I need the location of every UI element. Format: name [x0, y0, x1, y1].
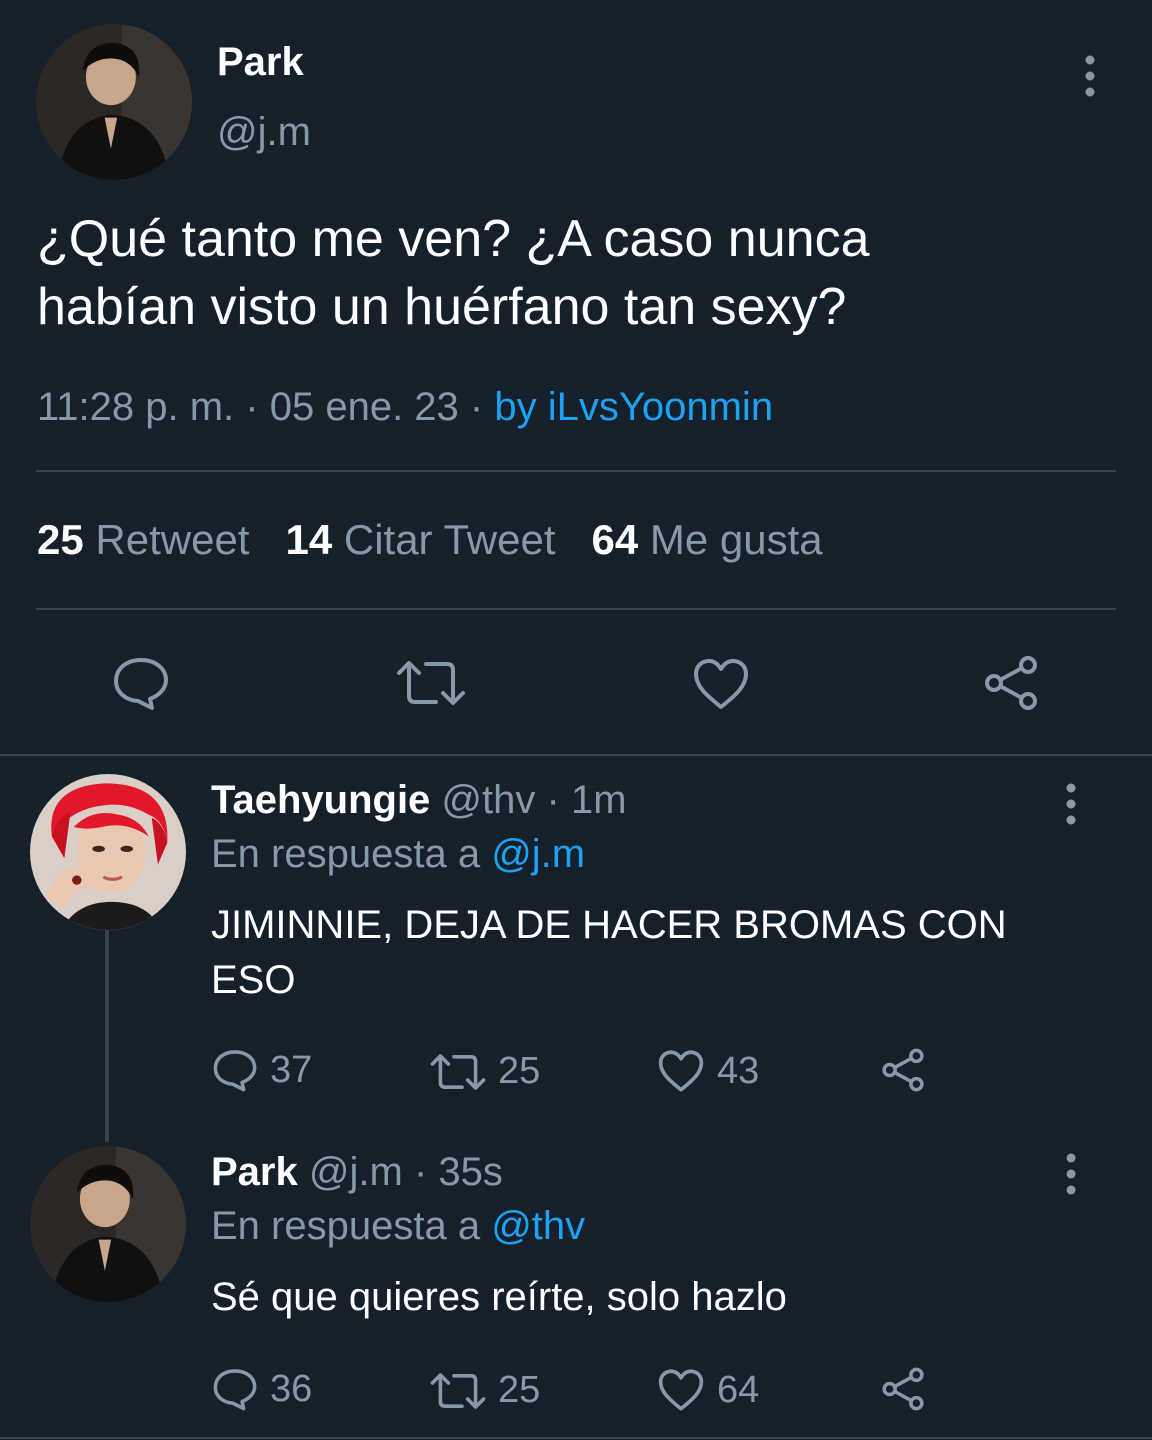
reply-count: 37 [270, 1048, 313, 1091]
tweet-detail-screen: Park @j.m ¿Qué tanto me ven? ¿A caso nun… [0, 0, 1152, 1440]
retweet-icon [430, 1053, 486, 1090]
avatar[interactable] [30, 774, 186, 930]
retweet-icon [430, 1372, 486, 1409]
share-icon [882, 1367, 924, 1411]
tweet-text: ¿Qué tanto me ven? ¿A caso nunca habían … [37, 205, 1117, 341]
more-vertical-icon[interactable] [1053, 780, 1089, 828]
reply-context: En respuesta a @thv [211, 1204, 585, 1249]
share-icon [985, 656, 1037, 710]
user-handle[interactable]: @thv [441, 778, 535, 822]
like-icon [658, 1369, 704, 1411]
retweets-stat[interactable]: 25 Retweet [37, 516, 249, 563]
retweet-button[interactable]: 25 [430, 1050, 540, 1093]
tweet-stats: 25 Retweet 14 Citar Tweet 64 Me gusta [37, 516, 823, 564]
avatar[interactable] [30, 1146, 186, 1302]
display-name[interactable]: Park [217, 40, 304, 85]
reply-text: Sé que quieres reírte, solo hazlo [211, 1270, 1111, 1325]
reply-text-line: ESO [211, 958, 296, 1002]
like-count: 43 [717, 1049, 760, 1092]
divider [36, 470, 1116, 472]
separator-dot: · [546, 778, 560, 822]
divider [36, 608, 1116, 610]
divider [0, 754, 1152, 756]
share-icon [882, 1048, 924, 1092]
display-name[interactable]: Taehyungie [211, 778, 430, 822]
retweet-count: 25 [498, 1369, 541, 1411]
tweet-source-link[interactable]: by iLvsYoonmin [494, 385, 773, 429]
reply-to-label: En respuesta a [211, 1204, 481, 1248]
divider [0, 1437, 1152, 1439]
reply-text-line: JIMINNIE, DEJA DE HACER BROMAS CON [211, 903, 1007, 947]
like-count: 64 [717, 1368, 760, 1411]
tweet-text-line: ¿Qué tanto me ven? ¿A caso nunca [37, 210, 870, 268]
reply-context: En respuesta a @j.m [211, 832, 585, 877]
tweet-meta: 11:28 p. m. · 05 ene. 23 · by iLvsYoonmi… [37, 385, 773, 430]
display-name[interactable]: Park [211, 1150, 298, 1194]
reply-to-label: En respuesta a [211, 832, 481, 876]
share-button[interactable] [982, 655, 1040, 711]
quotes-count: 14 [285, 516, 333, 563]
reply-time[interactable]: 35s [438, 1150, 503, 1194]
more-vertical-icon[interactable] [1053, 1150, 1089, 1198]
reply-icon [213, 1050, 257, 1092]
like-icon [658, 1050, 704, 1092]
separator-dot: · [245, 385, 259, 429]
reply-text-line: Sé que quieres reírte, solo hazlo [211, 1275, 787, 1319]
profile-photo [30, 774, 186, 930]
tweet-time[interactable]: 11:28 p. m. [37, 385, 234, 429]
retweet-count: 25 [498, 1050, 541, 1092]
likes-label: Me gusta [649, 516, 823, 563]
user-handle[interactable]: @j.m [217, 110, 311, 155]
separator-dot: · [469, 385, 484, 429]
like-button[interactable] [692, 657, 750, 711]
retweet-icon [397, 661, 465, 705]
reply-button[interactable] [112, 655, 170, 711]
like-button[interactable]: 43 [657, 1049, 759, 1093]
retweets-label: Retweet [95, 516, 250, 563]
likes-count: 64 [591, 516, 639, 563]
retweets-count: 25 [37, 516, 84, 563]
reply-button[interactable]: 37 [212, 1048, 312, 1092]
quotes-label: Citar Tweet [343, 516, 556, 563]
user-handle[interactable]: @j.m [309, 1150, 403, 1194]
share-button[interactable] [880, 1367, 926, 1411]
tweet-date[interactable]: 05 ene. 23 [270, 385, 459, 429]
profile-photo [30, 1146, 186, 1302]
thread-connector [105, 930, 109, 1142]
reply-icon [213, 1369, 257, 1411]
reply-button[interactable]: 36 [212, 1367, 312, 1411]
share-button[interactable] [880, 1048, 926, 1092]
reply-text: JIMINNIE, DEJA DE HACER BROMAS CON ESO [211, 898, 1111, 1008]
like-icon [694, 659, 748, 709]
profile-photo [36, 24, 192, 180]
like-button[interactable]: 64 [657, 1368, 759, 1412]
reply-icon [114, 658, 168, 710]
mention-link[interactable]: @j.m [491, 832, 585, 876]
retweet-button[interactable]: 25 [430, 1369, 540, 1412]
avatar[interactable] [36, 24, 192, 180]
mention-link[interactable]: @thv [491, 1204, 585, 1248]
reply-count: 36 [270, 1367, 313, 1410]
separator-dot: · [413, 1150, 428, 1194]
retweet-button[interactable] [396, 658, 466, 708]
likes-stat[interactable]: 64 Me gusta [592, 516, 823, 563]
reply-time[interactable]: 1m [571, 778, 627, 822]
tweet-text-line: habían visto un huérfano tan sexy? [37, 278, 847, 336]
reply-header: Park @j.m · 35s [211, 1150, 503, 1195]
quotes-stat[interactable]: 14 Citar Tweet [285, 516, 555, 563]
reply-header: Taehyungie @thv · 1m [211, 778, 627, 823]
more-vertical-icon[interactable] [1072, 52, 1108, 100]
